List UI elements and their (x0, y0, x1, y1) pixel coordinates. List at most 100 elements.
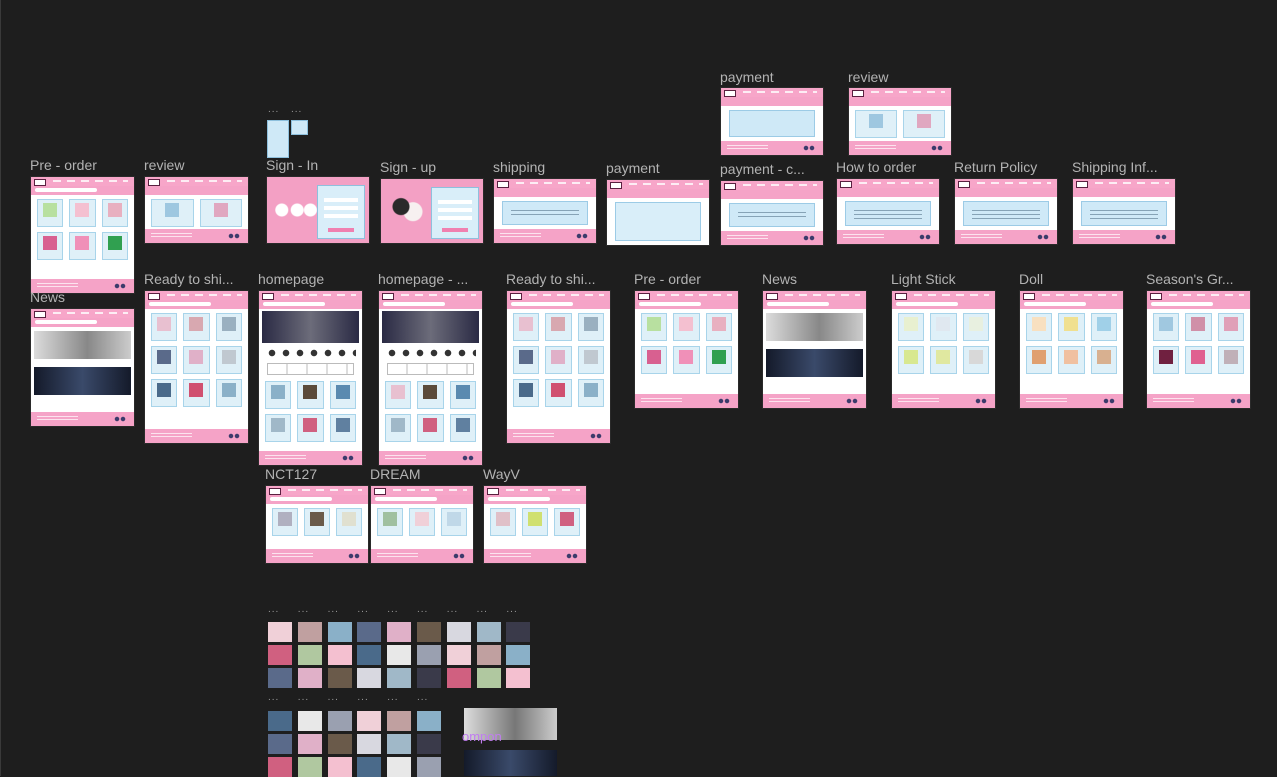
frame-payment-c[interactable] (721, 181, 823, 245)
asset-thumbnail[interactable] (417, 711, 441, 731)
frame-news-1[interactable] (31, 309, 134, 426)
frame-homepage-2[interactable] (379, 291, 482, 465)
frame-label-news-2[interactable]: News (762, 271, 797, 287)
sign-up-form[interactable] (431, 187, 479, 239)
frame-label-sign-in[interactable]: Sign - In (266, 157, 318, 173)
frame-label-nct127[interactable]: NCT127 (265, 466, 317, 482)
asset-thumbnail[interactable] (446, 668, 471, 688)
asset-thumbnail[interactable] (417, 645, 441, 665)
asset-thumbnail[interactable] (387, 668, 412, 688)
frame-label-shipping-info[interactable]: Shipping Inf... (1072, 159, 1158, 175)
frame-seasons[interactable] (1147, 291, 1250, 408)
frame-label-payment[interactable]: payment (606, 160, 660, 176)
frame-shipping[interactable] (494, 179, 596, 243)
asset-thumbnail[interactable] (387, 711, 412, 731)
news-banner[interactable] (766, 313, 863, 341)
asset-thumbnail[interactable] (297, 645, 322, 665)
asset-thumbnail[interactable] (387, 757, 412, 777)
news-banner[interactable] (766, 349, 863, 377)
asset-thumbnail[interactable] (357, 622, 382, 642)
news-banner[interactable] (34, 367, 131, 395)
frame-sign-up[interactable] (381, 179, 483, 243)
component-label[interactable]: ompon (462, 729, 502, 744)
hero-banner[interactable] (262, 311, 359, 343)
asset-thumbnail[interactable] (387, 622, 412, 642)
frame-ready-1[interactable] (145, 291, 248, 443)
asset-thumbnail[interactable] (476, 668, 501, 688)
frame-review-1[interactable] (145, 177, 248, 243)
frame-preorder-2[interactable] (635, 291, 738, 408)
frame-label-ready-1[interactable]: Ready to shi... (144, 271, 234, 287)
frame-label-wayv[interactable]: WayV (483, 466, 520, 482)
asset-thumbnail[interactable] (357, 757, 382, 777)
frame-label-payment-top[interactable]: payment (720, 69, 774, 85)
frame-label-homepage[interactable]: homepage (258, 271, 324, 287)
asset-thumbnail[interactable] (268, 711, 292, 731)
asset-thumbnail[interactable] (327, 668, 352, 688)
asset-thumbnail[interactable] (506, 668, 531, 688)
asset-thumbnail[interactable] (357, 668, 382, 688)
frame-return-policy[interactable] (955, 179, 1057, 244)
frame-label-preorder-1[interactable]: Pre - order (30, 157, 97, 173)
frame-ready-2[interactable] (507, 291, 610, 443)
asset-thumbnail[interactable] (268, 757, 292, 777)
asset-thumbnail[interactable] (357, 734, 382, 754)
frame-preorder-1[interactable] (31, 177, 134, 293)
asset-thumbnail[interactable] (268, 645, 292, 665)
asset-thumbnail[interactable] (476, 645, 501, 665)
frame-label-review-top[interactable]: review (848, 69, 888, 85)
asset-thumbnail[interactable] (417, 734, 441, 754)
sign-in-form[interactable] (317, 185, 365, 239)
asset-thumbnail[interactable] (446, 645, 471, 665)
frame-nct127[interactable] (266, 486, 368, 563)
frame-doll[interactable] (1020, 291, 1123, 408)
asset-thumbnail[interactable] (297, 734, 322, 754)
asset-thumbnail[interactable] (327, 622, 352, 642)
hero-banner[interactable] (382, 311, 479, 343)
frame-dream[interactable] (371, 486, 473, 563)
asset-thumbnail[interactable] (417, 622, 441, 642)
frame-label-payment-c[interactable]: payment - c... (720, 161, 805, 177)
frame-shipping-info[interactable] (1073, 179, 1175, 244)
frame-review-top[interactable] (849, 88, 951, 155)
frame-wayv[interactable] (484, 486, 586, 563)
asset-thumbnail[interactable] (297, 757, 322, 777)
frame-label-review-1[interactable]: review (144, 157, 184, 173)
frame-homepage[interactable] (259, 291, 362, 465)
frame-label-sign-up[interactable]: Sign - up (380, 159, 436, 175)
asset-thumbnail[interactable] (387, 645, 412, 665)
asset-thumbnail[interactable] (268, 734, 292, 754)
mini-component[interactable] (291, 120, 308, 135)
asset-thumbnail[interactable] (297, 711, 322, 731)
news-banner[interactable] (34, 331, 131, 359)
asset-thumbnail[interactable] (297, 668, 322, 688)
asset-thumbnail[interactable] (268, 622, 292, 642)
asset-thumbnail[interactable] (297, 622, 322, 642)
frame-label-seasons[interactable]: Season's Gr... (1146, 271, 1234, 287)
frame-label-preorder-2[interactable]: Pre - order (634, 271, 701, 287)
asset-thumbnail[interactable] (506, 645, 531, 665)
frame-label-homepage-2[interactable]: homepage - ... (378, 271, 468, 287)
asset-thumbnail[interactable] (387, 734, 412, 754)
group-icons[interactable] (385, 349, 476, 357)
asset-thumbnail[interactable] (327, 734, 352, 754)
frame-label-ready-2[interactable]: Ready to shi... (506, 271, 596, 287)
frame-label-how-to-order[interactable]: How to order (836, 159, 916, 175)
asset-thumbnail[interactable] (417, 757, 441, 777)
frame-label-dream[interactable]: DREAM (370, 466, 421, 482)
mini-component[interactable] (267, 120, 289, 158)
asset-thumbnail[interactable] (506, 622, 531, 642)
group-icons[interactable] (265, 349, 356, 357)
asset-thumbnail[interactable] (357, 645, 382, 665)
asset-thumbnail[interactable] (417, 668, 441, 688)
news-asset[interactable] (464, 750, 557, 776)
asset-thumbnail[interactable] (357, 711, 382, 731)
frame-label-news-1[interactable]: News (30, 289, 65, 305)
frame-label-return-policy[interactable]: Return Policy (954, 159, 1037, 175)
frame-sign-in[interactable] (267, 177, 369, 243)
frame-news-2[interactable] (763, 291, 866, 408)
asset-thumbnail[interactable] (446, 622, 471, 642)
asset-thumbnail[interactable] (327, 711, 352, 731)
asset-thumbnail[interactable] (327, 757, 352, 777)
frame-how-to-order[interactable] (837, 179, 939, 244)
